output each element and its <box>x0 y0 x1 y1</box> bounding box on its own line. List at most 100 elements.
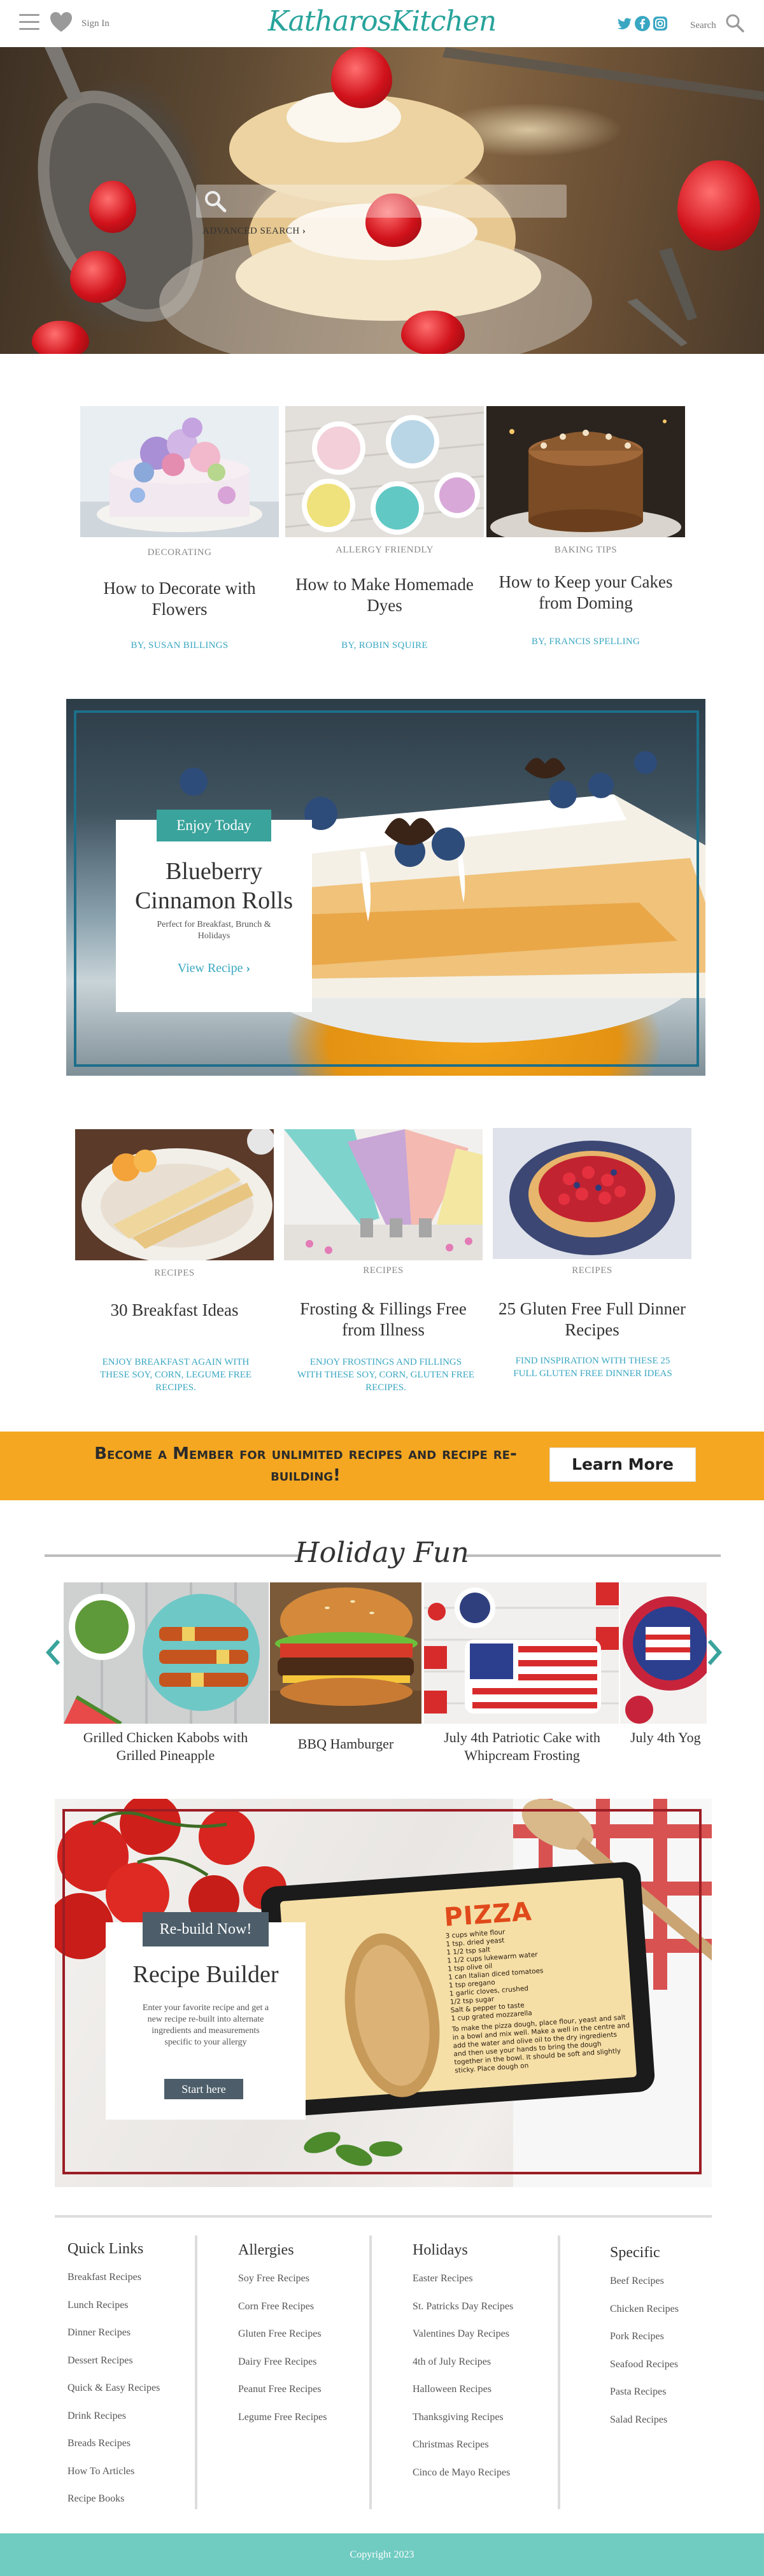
footer-column-quick-links: Quick Links Breakfast Recipes Lunch Reci… <box>67 2241 192 2521</box>
footer-link[interactable]: Soy Free Recipes <box>238 2273 365 2301</box>
advanced-search-link[interactable]: ADVANCED SEARCH › <box>202 226 306 237</box>
footer-link[interactable]: Thanksgiving Recipes <box>413 2412 553 2440</box>
featured-subtitle: Perfect for Breakfast, Brunch & Holidays <box>157 920 271 941</box>
footer-column-title: Specific <box>610 2244 660 2261</box>
recipe-description: ENJOY BREAKFAST AGAIN WITH THESE SOY, CO… <box>99 1357 252 1393</box>
holiday-image-yogurt[interactable] <box>620 1582 707 1724</box>
copyright-bar: Copyright 2023 <box>0 2533 764 2576</box>
search-icon[interactable] <box>725 13 745 33</box>
footer-link[interactable]: Cinco de Mayo Recipes <box>413 2467 553 2495</box>
recipe-title[interactable]: 25 Gluten Free Full Dinner Recipes <box>493 1299 691 1341</box>
builder-title: Recipe Builder <box>132 1961 279 1988</box>
column-divider <box>195 2235 197 2509</box>
view-recipe-link[interactable]: View Recipe › <box>116 961 312 976</box>
article-title[interactable]: How to Keep your Cakes from Doming <box>486 572 685 614</box>
holiday-caption[interactable]: BBQ Hamburger <box>270 1735 421 1753</box>
footer-link[interactable]: Beef Recipes <box>610 2276 737 2304</box>
holiday-image-burger[interactable] <box>270 1582 421 1724</box>
chevron-right-icon: › <box>246 961 251 975</box>
holiday-caption[interactable]: Grilled Chicken Kabobs with Grilled Pine… <box>83 1729 248 1764</box>
holiday-image-flag-cake[interactable] <box>424 1582 619 1724</box>
footer-link[interactable]: St. Patricks Day Recipes <box>413 2301 553 2329</box>
footer-link[interactable]: Peanut Free Recipes <box>238 2384 365 2412</box>
footer-link[interactable]: Seafood Recipes <box>610 2359 737 2387</box>
instagram-icon[interactable] <box>652 15 668 32</box>
footer-column-allergies: Allergies Soy Free Recipes Corn Free Rec… <box>238 2242 365 2439</box>
footer-link[interactable]: Easter Recipes <box>413 2273 553 2301</box>
footer-link[interactable]: Gluten Free Recipes <box>238 2328 365 2356</box>
article-category: BAKING TIPS <box>554 545 618 555</box>
footer-column-title: Quick Links <box>67 2241 144 2257</box>
membership-text: Become a Member for unlimited recipes an… <box>94 1444 517 1485</box>
featured-title[interactable]: Blueberry Cinnamon Rolls <box>116 857 312 915</box>
footer-link[interactable]: How To Articles <box>67 2466 192 2494</box>
recipe-category: RECIPES <box>154 1268 195 1278</box>
footer-link[interactable]: Salad Recipes <box>610 2414 737 2442</box>
footer-link[interactable]: Christmas Recipes <box>413 2439 553 2467</box>
facebook-icon[interactable] <box>634 15 651 32</box>
article-image-flowers[interactable] <box>80 406 279 537</box>
footer-link[interactable]: Pasta Recipes <box>610 2386 737 2414</box>
recipe-title[interactable]: Frosting & Fillings Free from Illness <box>284 1299 483 1341</box>
recipe-description: ENJOY FROSTINGS AND FILLINGS WITH THESE … <box>297 1357 475 1393</box>
column-divider <box>558 2235 560 2509</box>
view-recipe-label: View Recipe <box>177 961 243 975</box>
start-here-button[interactable]: Start here <box>164 2079 243 2099</box>
footer-column-specific: Specific Beef Recipes Chicken Recipes Po… <box>610 2244 737 2442</box>
footer-link[interactable]: Dairy Free Recipes <box>238 2356 365 2384</box>
footer-link[interactable]: 4th of July Recipes <box>413 2356 553 2384</box>
article-image-cakes[interactable] <box>486 406 685 537</box>
footer-link[interactable]: Drink Recipes <box>67 2411 192 2439</box>
twitter-icon[interactable] <box>616 15 633 32</box>
footer-link[interactable]: Chicken Recipes <box>610 2304 737 2332</box>
recipe-title[interactable]: 30 Breakfast Ideas <box>75 1300 274 1321</box>
featured-badge: Enjoy Today <box>157 810 271 841</box>
chevron-right-icon: › <box>302 226 306 236</box>
learn-more-button[interactable]: Learn More <box>549 1447 696 1482</box>
article-byline[interactable]: BY, FRANCIS SPELLING <box>486 637 685 647</box>
footer-link[interactable]: Breakfast Recipes <box>67 2272 192 2300</box>
article-byline[interactable]: BY, SUSAN BILLINGS <box>80 640 279 651</box>
advanced-search-label: ADVANCED SEARCH <box>202 226 300 236</box>
article-title[interactable]: How to Decorate with Flowers <box>80 578 279 620</box>
column-divider <box>369 2235 372 2509</box>
article-category: DECORATING <box>147 547 212 558</box>
chevron-right-icon[interactable] <box>707 1638 723 1666</box>
footer-column-title: Holidays <box>413 2242 468 2258</box>
footer-link[interactable]: Halloween Recipes <box>413 2384 553 2412</box>
footer-link[interactable]: Dinner Recipes <box>67 2327 192 2355</box>
footer-column-holidays: Holidays Easter Recipes St. Patricks Day… <box>413 2242 553 2495</box>
recipe-category: RECIPES <box>363 1265 404 1276</box>
holiday-section-title: Holiday Fun <box>295 1537 469 1569</box>
recipe-image-frosting[interactable] <box>284 1129 483 1260</box>
hero-search-input[interactable] <box>196 185 567 218</box>
search-label[interactable]: Search <box>690 20 716 31</box>
recipe-description: FIND INSPIRATION WITH THESE 25 FULL GLUT… <box>513 1356 672 1379</box>
chevron-left-icon[interactable] <box>45 1638 61 1666</box>
divider <box>55 2215 712 2218</box>
footer-link[interactable]: Dessert Recipes <box>67 2355 192 2383</box>
footer-link[interactable]: Lunch Recipes <box>67 2300 192 2328</box>
footer-link[interactable]: Recipe Books <box>67 2493 192 2521</box>
footer-link[interactable]: Quick & Easy Recipes <box>67 2382 192 2411</box>
article-title[interactable]: How to Make Homemade Dyes <box>285 574 484 616</box>
footer-link[interactable]: Pork Recipes <box>610 2331 737 2359</box>
article-byline[interactable]: BY, ROBIN SQUIRE <box>285 640 484 651</box>
footer-link[interactable]: Valentines Day Recipes <box>413 2328 553 2356</box>
builder-badge: Re-build Now! <box>143 1912 269 1946</box>
footer-column-title: Allergies <box>238 2242 294 2258</box>
holiday-caption[interactable]: July 4th Yog <box>630 1729 707 1747</box>
recipe-category: RECIPES <box>572 1265 612 1276</box>
recipe-image-breakfast[interactable] <box>75 1129 274 1260</box>
footer-link[interactable]: Breads Recipes <box>67 2438 192 2466</box>
recipe-image-dinner[interactable] <box>493 1128 691 1259</box>
article-category: ALLERGY FRIENDLY <box>336 545 434 555</box>
holiday-image-kabobs[interactable] <box>64 1582 269 1724</box>
holiday-caption[interactable]: July 4th Patriotic Cake with Whipcream F… <box>433 1729 611 1764</box>
search-icon[interactable] <box>202 188 228 214</box>
footer-link[interactable]: Corn Free Recipes <box>238 2301 365 2329</box>
article-image-dyes[interactable] <box>285 406 484 537</box>
builder-subtitle: Enter your favorite recipe and get a new… <box>142 2003 269 2047</box>
footer-link[interactable]: Legume Free Recipes <box>238 2412 365 2440</box>
featured-card <box>116 820 312 1012</box>
